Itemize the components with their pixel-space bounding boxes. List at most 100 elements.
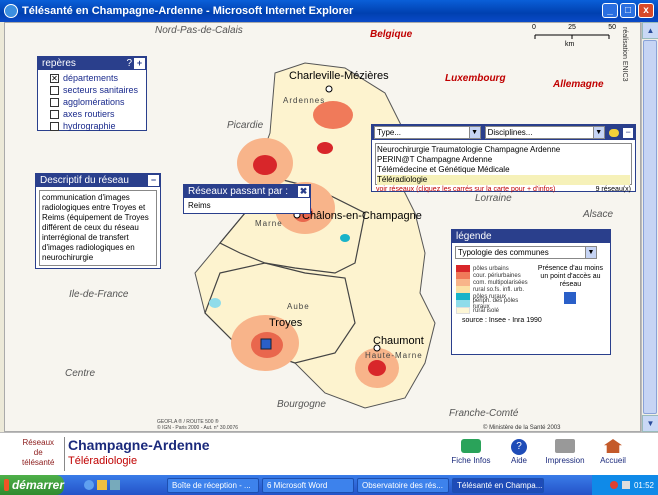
minimize-icon[interactable]: − <box>623 127 633 138</box>
legend-row: com. multipolarisées <box>456 279 535 286</box>
ie-icon <box>4 4 18 18</box>
legende-source: source : Insee - Inra 1990 <box>462 317 542 324</box>
reperes-item-label: départements <box>63 73 119 83</box>
city-label[interactable]: Chaumont <box>373 335 424 347</box>
ie-icon[interactable] <box>84 480 94 490</box>
scale-bar: 0 25 50 <box>532 24 616 31</box>
brand-line: de <box>33 448 43 457</box>
reseaux-passant-header: Réseaux passant par : ✖ <box>184 185 310 198</box>
reperes-item[interactable]: ✕ départements <box>50 72 146 84</box>
legend-label: cour. périurbaines <box>473 272 521 279</box>
list-item[interactable]: Neurochirurgie Traumatologie Champagne A… <box>377 145 630 155</box>
disciplines-select[interactable]: Disciplines... ▼ <box>484 126 605 139</box>
legende-select[interactable]: Typologie des communes ▼ <box>455 246 597 259</box>
checkbox-icon[interactable] <box>50 85 59 95</box>
reperes-item[interactable]: axes routiers <box>50 108 146 120</box>
title-bar[interactable]: Télésanté en Champagne-Ardenne - Microso… <box>0 0 658 22</box>
descriptif-textarea[interactable]: communication d'images radiologiques ent… <box>39 190 157 266</box>
start-button[interactable]: démarrer <box>0 475 64 495</box>
region-label: Allemagne <box>553 79 604 90</box>
quick-launch <box>84 480 164 490</box>
impression-button[interactable]: Impression <box>542 439 588 465</box>
disciplines-select-label: Disciplines... <box>487 128 533 137</box>
close-button[interactable]: x <box>638 3 654 18</box>
type-select-label: Type... <box>377 128 402 137</box>
legend-row: cour. périurbaines <box>456 272 535 279</box>
reseaux-passant-panel: Réseaux passant par : ✖ Reims <box>183 184 311 214</box>
close-icon[interactable]: ✖ <box>298 186 309 197</box>
map-area[interactable]: Nord-Pas-de-Calais Belgique Luxembourg A… <box>4 22 641 432</box>
help-icon[interactable]: ? <box>126 58 132 69</box>
fiche-infos-button[interactable]: Fiche Infos <box>450 439 492 465</box>
scale-tick: 25 <box>568 24 576 31</box>
pill-icon[interactable] <box>608 128 620 137</box>
checkbox-checked-icon[interactable]: ✕ <box>50 73 59 83</box>
network-list[interactable]: Neurochirurgie Traumatologie Champagne A… <box>375 143 632 185</box>
chevron-down-icon[interactable]: ▼ <box>468 127 480 138</box>
folder-icon[interactable] <box>97 480 107 490</box>
desktop-icon[interactable] <box>110 480 120 490</box>
tray-icon[interactable] <box>609 481 618 489</box>
reperes-item-label: axes routiers <box>63 109 115 119</box>
tray-icon[interactable] <box>621 481 630 489</box>
reperes-item-label: hydrographie <box>63 121 116 131</box>
scroll-up-icon[interactable]: ▲ <box>642 22 658 39</box>
legend-row: périph. des pôles ruraux <box>456 298 535 310</box>
network-count: 9 réseau(x) <box>595 186 631 193</box>
accueil-button[interactable]: Accueil <box>594 439 632 465</box>
reseaux-passant-title: Réseaux passant par : <box>188 186 289 197</box>
city-label[interactable]: Charleville-Mézières <box>289 70 389 82</box>
taskbar-item[interactable]: 6 Microsoft Word <box>262 477 354 493</box>
reperes-item-label: agglomérations <box>63 97 125 107</box>
scroll-thumb[interactable] <box>643 40 657 414</box>
button-label: Impression <box>545 456 585 465</box>
list-item-selected[interactable]: Téléradiologie <box>377 175 630 185</box>
maximize-button[interactable]: □ <box>620 3 636 18</box>
legende-select-label: Typologie des communes <box>458 248 549 257</box>
reperes-item[interactable]: agglomérations <box>50 96 146 108</box>
taskbar-item-active[interactable]: Télésanté en Champa... <box>452 477 544 493</box>
city-label[interactable]: Châlons-en-Champagne <box>302 210 422 222</box>
printer-icon <box>555 439 575 453</box>
scroll-down-icon[interactable]: ▼ <box>642 415 658 432</box>
checkbox-icon[interactable] <box>50 97 59 107</box>
taskbar-item[interactable]: Observatoire des rés... <box>357 477 449 493</box>
region-label: Picardie <box>227 120 264 131</box>
city-label[interactable]: Troyes <box>269 317 302 329</box>
reseaux-passant-value[interactable]: Reims <box>184 198 310 213</box>
dept-label: Ardennes <box>283 96 326 105</box>
brand-line: Réseaux <box>22 438 55 447</box>
button-label: Fiche Infos <box>451 456 491 465</box>
checkbox-icon[interactable] <box>50 121 59 131</box>
legend-swatch <box>456 286 470 293</box>
reperes-item[interactable]: hydrographie <box>50 120 146 132</box>
minimize-button[interactable]: _ <box>602 3 618 18</box>
presence-text: Présence d'au moins un point d'accès au … <box>537 265 604 288</box>
chevron-down-icon[interactable]: ▼ <box>592 127 604 138</box>
chevron-down-icon[interactable]: ▼ <box>585 247 596 258</box>
legende-header: légende <box>452 230 610 243</box>
type-select[interactable]: Type... ▼ <box>374 126 481 139</box>
descriptif-text: communication d'images radiologiques ent… <box>42 193 149 262</box>
legend-swatch <box>456 293 470 300</box>
filter-panel: Type... ▼ Disciplines... ▼ − Neurochirurgi… <box>371 124 636 193</box>
legend-row: pôles urbains <box>456 265 535 272</box>
help-icon: ? <box>511 439 527 455</box>
brand-line: télésanté <box>22 458 55 467</box>
filter-hint: voir réseaux (cliquez les carrés sur la … <box>376 186 556 193</box>
legende-rows: pôles urbains cour. périurbaines com. mu… <box>456 265 535 314</box>
vertical-scrollbar[interactable]: ▲ ▼ <box>641 22 658 432</box>
book-icon <box>461 439 481 453</box>
checkbox-icon[interactable] <box>50 109 59 119</box>
reperes-item[interactable]: secteurs sanitaires <box>50 84 146 96</box>
dept-label: Haute-Marne <box>365 351 423 360</box>
list-item[interactable]: PERIN@T Champagne Ardenne <box>377 155 630 165</box>
plus-icon[interactable]: + <box>134 58 145 69</box>
aide-button[interactable]: ? Aide <box>502 439 536 465</box>
button-label: Aide <box>510 456 527 465</box>
list-item[interactable]: Télémédecine et Génétique Médicale <box>377 165 630 175</box>
taskbar-item[interactable]: Boîte de réception - ... <box>167 477 259 493</box>
brand-logo: Réseaux de télésanté <box>22 438 54 468</box>
scale-unit: km <box>565 41 575 48</box>
minimize-icon[interactable]: − <box>148 175 159 186</box>
